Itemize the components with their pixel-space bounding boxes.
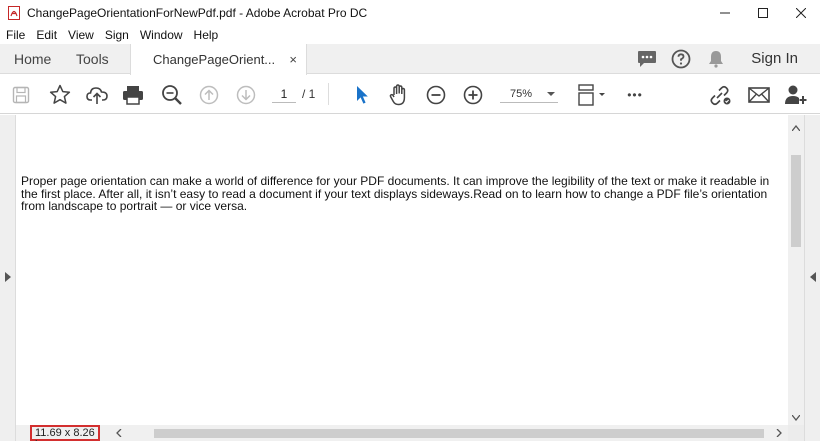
toolbar-divider: [328, 83, 329, 105]
sign-in-button[interactable]: Sign In: [751, 44, 798, 74]
page-number-input[interactable]: 1: [272, 85, 296, 103]
tab-bar: Home Tools ChangePageOrient... × Sign In: [0, 44, 820, 75]
menu-window[interactable]: Window: [140, 28, 183, 42]
save-icon[interactable]: [10, 75, 32, 114]
select-pointer-icon[interactable]: [352, 75, 372, 114]
previous-page-icon[interactable]: [198, 75, 220, 114]
tab-home[interactable]: Home: [14, 44, 51, 74]
chevron-down-icon: [547, 92, 555, 96]
menu-sign[interactable]: Sign: [105, 28, 129, 42]
horizontal-scroll-thumb[interactable]: [154, 429, 764, 438]
right-panel-toggle[interactable]: [804, 115, 820, 441]
scroll-down-icon[interactable]: [792, 415, 800, 421]
zoom-in-icon[interactable]: [462, 75, 484, 114]
pdf-page[interactable]: Proper page orientation can make a world…: [16, 115, 788, 425]
caret-left-icon: [810, 272, 816, 282]
vertical-scrollbar[interactable]: [788, 115, 804, 425]
scroll-up-icon[interactable]: [792, 125, 800, 131]
tab-tools[interactable]: Tools: [76, 44, 109, 74]
next-page-icon[interactable]: [235, 75, 257, 114]
page-display-icon[interactable]: [576, 75, 608, 114]
tab-document[interactable]: ChangePageOrient... ×: [130, 44, 307, 75]
vertical-scroll-thumb[interactable]: [791, 155, 801, 247]
scroll-left-icon[interactable]: [116, 429, 122, 437]
tab-document-label: ChangePageOrient...: [153, 52, 276, 67]
minimize-button[interactable]: [706, 0, 744, 26]
cloud-upload-icon[interactable]: [85, 75, 109, 114]
zoom-level-select[interactable]: 75%: [500, 85, 558, 103]
scroll-right-icon[interactable]: [776, 429, 782, 437]
tab-close-button[interactable]: ×: [289, 52, 297, 67]
caret-right-icon: [5, 272, 11, 282]
notification-bell-icon[interactable]: [707, 44, 725, 74]
star-icon[interactable]: [48, 75, 72, 114]
hand-tool-icon[interactable]: [387, 75, 411, 114]
title-bar: ChangePageOrientationForNewPdf.pdf - Ado…: [0, 0, 820, 26]
close-button[interactable]: [782, 0, 820, 26]
print-icon[interactable]: [121, 75, 145, 114]
help-icon[interactable]: [671, 44, 691, 74]
comment-icon[interactable]: [637, 44, 657, 74]
add-user-icon[interactable]: [783, 75, 809, 114]
menu-file[interactable]: File: [6, 28, 25, 42]
window-controls: [706, 0, 820, 26]
document-area: Proper page orientation can make a world…: [0, 115, 820, 441]
horizontal-scrollbar[interactable]: 11.69 x 8.26 in: [16, 425, 788, 441]
window-title: ChangePageOrientationForNewPdf.pdf - Ado…: [27, 6, 368, 20]
zoom-search-icon[interactable]: [160, 75, 184, 114]
page-size-indicator: 11.69 x 8.26 in: [30, 425, 100, 441]
zoom-level-value: 75%: [510, 88, 533, 100]
zoom-out-icon[interactable]: [425, 75, 447, 114]
page-body-text: Proper page orientation can make a world…: [21, 174, 770, 213]
share-link-icon[interactable]: [707, 75, 733, 114]
maximize-button[interactable]: [744, 0, 782, 26]
menu-edit[interactable]: Edit: [36, 28, 57, 42]
toolbar: 1 / 1 75% •••: [0, 75, 820, 114]
acrobat-app-icon: [8, 6, 20, 20]
menu-view[interactable]: View: [68, 28, 94, 42]
email-icon[interactable]: [746, 75, 772, 114]
menu-help[interactable]: Help: [194, 28, 219, 42]
left-panel-toggle[interactable]: [0, 115, 16, 441]
menu-bar: File Edit View Sign Window Help: [0, 26, 820, 44]
more-tools-button[interactable]: •••: [622, 75, 648, 114]
page-total-label: / 1: [302, 87, 316, 101]
